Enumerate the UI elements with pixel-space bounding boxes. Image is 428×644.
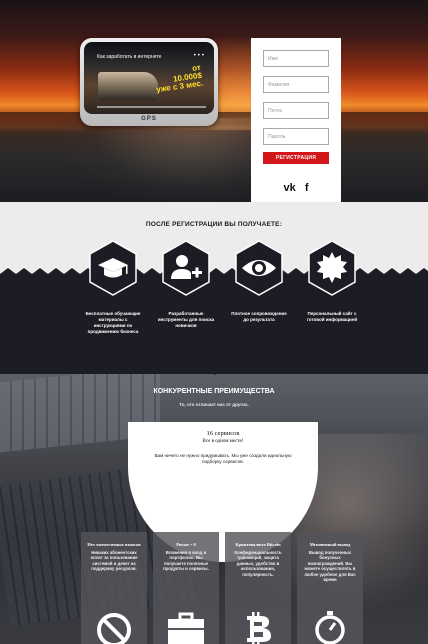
register-button[interactable]: РЕГИСТРАЦИЯ <box>263 152 329 164</box>
device-label: GPS <box>141 116 157 122</box>
email-input[interactable] <box>263 102 329 119</box>
advantage-card: Риски = 0 Вложения в вход в портфолио. В… <box>153 532 219 644</box>
card-title: Риски = 0 <box>176 542 196 547</box>
benefit-text: Разработанные инструменты для поиска нов… <box>157 311 215 328</box>
bitcoin-icon <box>247 612 271 644</box>
advantages-section: КОНКУРЕНТНЫЕ ПРЕИМУЩЕСТВА То, что отлича… <box>0 374 428 644</box>
surname-input[interactable] <box>263 76 329 93</box>
facebook-icon[interactable]: f <box>305 182 309 194</box>
services-description: Вам ничего не нужно придумывать. Мы уже … <box>154 453 292 464</box>
card-title: Нет ежемесячных взносов <box>87 542 141 547</box>
add-user-icon <box>162 240 210 296</box>
graduation-cap-icon <box>89 240 137 296</box>
card-text: Вложения в вход в портфолио. Вы получает… <box>163 549 209 572</box>
benefit-item: Бесплатные обучающие материалы с инструк… <box>83 240 143 335</box>
social-links: vk f <box>251 182 341 194</box>
benefit-text: Бесплатные обучающие материалы с инструк… <box>85 311 141 334</box>
no-icon <box>97 613 131 644</box>
gps-video-frame: Как заработать в интернете ••• от 10.000… <box>80 38 218 126</box>
video-player[interactable]: Как заработать в интернете ••• от 10.000… <box>84 42 214 114</box>
services-subtitle: Все в одном месте! <box>202 439 244 444</box>
name-input[interactable] <box>263 50 329 67</box>
benefit-item: Плотное сопровождение до результата <box>229 240 289 323</box>
card-text: Конфиденциальность транзакций, защита да… <box>234 549 282 577</box>
card-title: Криптовалюта Bitcoin <box>235 542 281 547</box>
badge-icon <box>308 240 356 296</box>
benefit-item: Персональный сайт с готовой информацией <box>302 240 362 323</box>
benefit-text: Персональный сайт с готовой информацией <box>306 311 358 322</box>
stopwatch-icon <box>315 611 345 644</box>
eye-icon <box>235 240 283 296</box>
section-pointer <box>205 366 225 375</box>
advantage-card: Нет ежемесячных взносов Никаких абонентс… <box>81 532 147 644</box>
video-title: Как заработать в интернете <box>97 54 162 60</box>
benefits-section: ПОСЛЕ РЕГИСТРАЦИИ ВЫ ПОЛУЧАЕТЕ: Бесплатн… <box>0 202 428 375</box>
benefit-text: Плотное сопровождение до результата <box>231 311 287 322</box>
card-text: Вывод полученных бонусных вознаграждений… <box>304 549 356 583</box>
hero-section: Как заработать в интернете ••• от 10.000… <box>0 0 428 202</box>
registration-form: РЕГИСТРАЦИЯ vk f <box>251 38 341 202</box>
advantages-subtitle: То, что отличает нас от других. <box>179 402 249 407</box>
briefcase-icon <box>168 612 204 644</box>
ship-thumbnail <box>98 72 158 100</box>
advantage-card: Мгновенный вывод Вывод полученных бонусн… <box>297 532 363 644</box>
advantages-title: КОНКУРЕНТНЫЕ ПРЕИМУЩЕСТВА <box>153 388 275 395</box>
vk-icon[interactable]: vk <box>284 182 296 194</box>
card-text: Никаких абонентских оплат за пользование… <box>90 549 138 572</box>
video-headline: от 10.000$ уже с 3 мес. <box>153 63 204 94</box>
benefits-heading: ПОСЛЕ РЕГИСТРАЦИИ ВЫ ПОЛУЧАЕТЕ: <box>145 221 283 228</box>
advantage-card: Криптовалюта Bitcoin Конфиденциальность … <box>225 532 291 644</box>
video-menu-icon[interactable]: ••• <box>194 53 206 59</box>
services-title: 16 сервисов <box>206 430 240 437</box>
video-progress-bar[interactable] <box>97 106 206 108</box>
benefit-item: Разработанные инструменты для поиска нов… <box>156 240 216 329</box>
card-title: Мгновенный вывод <box>309 542 351 547</box>
password-input[interactable] <box>263 128 329 145</box>
